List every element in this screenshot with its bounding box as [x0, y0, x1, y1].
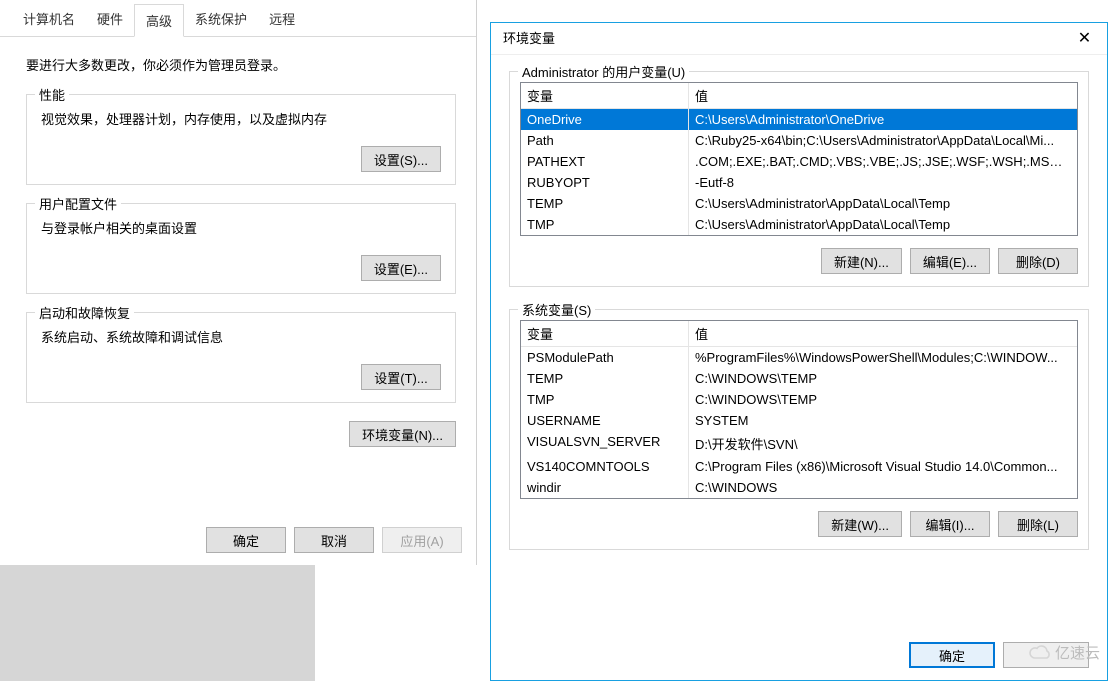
var-name: VS140COMNTOOLS [521, 456, 689, 477]
var-name: Path [521, 130, 689, 151]
performance-legend: 性能 [35, 85, 69, 104]
table-row[interactable]: PATHEXT.COM;.EXE;.BAT;.CMD;.VBS;.VBE;.JS… [521, 151, 1077, 172]
sys-new-button[interactable]: 新建(W)... [818, 511, 902, 537]
table-row[interactable]: TMPC:\Users\Administrator\AppData\Local\… [521, 214, 1077, 235]
var-name: TEMP [521, 368, 689, 389]
ok-button[interactable]: 确定 [206, 527, 286, 553]
user-vars-table[interactable]: 变量 值 OneDriveC:\Users\Administrator\OneD… [520, 82, 1078, 236]
var-value: C:\WINDOWS\TEMP [689, 389, 1077, 410]
table-row[interactable]: PSModulePath%ProgramFiles%\WindowsPowerS… [521, 347, 1077, 368]
env-variables-button[interactable]: 环境变量(N)... [349, 421, 456, 447]
user-vars-group: Administrator 的用户变量(U) 变量 值 OneDriveC:\U… [509, 71, 1089, 287]
startup-group: 启动和故障恢复 系统启动、系统故障和调试信息 设置(T)... [26, 312, 456, 403]
var-value: -Eutf-8 [689, 172, 1077, 193]
env-titlebar: 环境变量 ✕ [491, 23, 1107, 55]
advanced-tab-content: 要进行大多数更改，你必须作为管理员登录。 性能 视觉效果，处理器计划，内存使用，… [0, 37, 476, 457]
userprofile-settings-button[interactable]: 设置(E)... [361, 255, 441, 281]
userprofile-legend: 用户配置文件 [35, 194, 121, 213]
var-name: VISUALSVN_SERVER [521, 431, 689, 456]
tab-computername[interactable]: 计算机名 [12, 3, 86, 36]
var-value: C:\Program Files (x86)\Microsoft Visual … [689, 456, 1077, 477]
table-row[interactable]: VS140COMNTOOLSC:\Program Files (x86)\Mic… [521, 456, 1077, 477]
sys-delete-button[interactable]: 删除(L) [998, 511, 1078, 537]
admin-notice: 要进行大多数更改，你必须作为管理员登录。 [26, 55, 456, 74]
col-value[interactable]: 值 [689, 321, 1077, 346]
var-value: C:\Users\Administrator\AppData\Local\Tem… [689, 214, 1077, 235]
apply-button: 应用(A) [382, 527, 462, 553]
var-name: OneDrive [521, 109, 689, 130]
dialog-buttons: 确定 取消 应用(A) [206, 527, 462, 553]
table-row[interactable]: USERNAMESYSTEM [521, 410, 1077, 431]
performance-group: 性能 视觉效果，处理器计划，内存使用，以及虚拟内存 设置(S)... [26, 94, 456, 185]
sys-vars-table[interactable]: 变量 值 PSModulePath%ProgramFiles%\WindowsP… [520, 320, 1078, 499]
var-name: TMP [521, 389, 689, 410]
system-properties-dialog: 计算机名 硬件 高级 系统保护 远程 要进行大多数更改，你必须作为管理员登录。 … [0, 0, 477, 565]
userprofile-group: 用户配置文件 与登录帐户相关的桌面设置 设置(E)... [26, 203, 456, 294]
col-variable[interactable]: 变量 [521, 83, 689, 108]
col-value[interactable]: 值 [689, 83, 1077, 108]
user-vars-header: 变量 值 [521, 83, 1077, 109]
var-value: C:\WINDOWS [689, 477, 1077, 498]
var-value: D:\开发软件\SVN\ [689, 431, 1077, 456]
performance-settings-button[interactable]: 设置(S)... [361, 146, 441, 172]
userprofile-desc: 与登录帐户相关的桌面设置 [41, 218, 441, 237]
background-slab [0, 565, 315, 681]
tab-hardware[interactable]: 硬件 [86, 3, 134, 36]
var-value: C:\Users\Administrator\AppData\Local\Tem… [689, 193, 1077, 214]
user-edit-button[interactable]: 编辑(E)... [910, 248, 990, 274]
tab-advanced[interactable]: 高级 [134, 4, 184, 37]
sys-edit-button[interactable]: 编辑(I)... [910, 511, 990, 537]
var-value: C:\Users\Administrator\OneDrive [689, 109, 1077, 130]
var-name: TEMP [521, 193, 689, 214]
user-delete-button[interactable]: 删除(D) [998, 248, 1078, 274]
env-title-text: 环境变量 [503, 23, 555, 55]
table-row[interactable]: PathC:\Ruby25-x64\bin;C:\Users\Administr… [521, 130, 1077, 151]
table-row[interactable]: RUBYOPT-Eutf-8 [521, 172, 1077, 193]
var-value: C:\Ruby25-x64\bin;C:\Users\Administrator… [689, 130, 1077, 151]
sys-vars-group: 系统变量(S) 变量 值 PSModulePath%ProgramFiles%\… [509, 309, 1089, 550]
col-variable[interactable]: 变量 [521, 321, 689, 346]
table-row[interactable]: TEMPC:\WINDOWS\TEMP [521, 368, 1077, 389]
startup-desc: 系统启动、系统故障和调试信息 [41, 327, 441, 346]
var-name: PSModulePath [521, 347, 689, 368]
table-row[interactable]: TMPC:\WINDOWS\TEMP [521, 389, 1077, 410]
var-name: windir [521, 477, 689, 498]
var-name: PATHEXT [521, 151, 689, 172]
var-value: .COM;.EXE;.BAT;.CMD;.VBS;.VBE;.JS;.JSE;.… [689, 151, 1077, 172]
var-value: %ProgramFiles%\WindowsPowerShell\Modules… [689, 347, 1077, 368]
var-value: SYSTEM [689, 410, 1077, 431]
startup-settings-button[interactable]: 设置(T)... [361, 364, 441, 390]
tab-systemprotection[interactable]: 系统保护 [184, 3, 258, 36]
env-variables-dialog: 环境变量 ✕ Administrator 的用户变量(U) 变量 值 OneDr… [490, 22, 1108, 681]
close-icon[interactable]: ✕ [1062, 23, 1107, 55]
var-name: USERNAME [521, 410, 689, 431]
var-name: RUBYOPT [521, 172, 689, 193]
table-row[interactable]: OneDriveC:\Users\Administrator\OneDrive [521, 109, 1077, 130]
sys-vars-header: 变量 值 [521, 321, 1077, 347]
table-row[interactable]: TEMPC:\Users\Administrator\AppData\Local… [521, 193, 1077, 214]
env-ok-button[interactable]: 确定 [909, 642, 995, 668]
sys-vars-legend: 系统变量(S) [518, 300, 595, 319]
tab-strip: 计算机名 硬件 高级 系统保护 远程 [0, 0, 476, 37]
table-row[interactable]: VISUALSVN_SERVERD:\开发软件\SVN\ [521, 431, 1077, 456]
var-value: C:\WINDOWS\TEMP [689, 368, 1077, 389]
performance-desc: 视觉效果，处理器计划，内存使用，以及虚拟内存 [41, 109, 441, 128]
var-name: TMP [521, 214, 689, 235]
user-new-button[interactable]: 新建(N)... [821, 248, 902, 274]
startup-legend: 启动和故障恢复 [35, 303, 134, 322]
table-row[interactable]: windirC:\WINDOWS [521, 477, 1077, 498]
tab-remote[interactable]: 远程 [258, 3, 306, 36]
env-cancel-button[interactable] [1003, 642, 1089, 668]
cancel-button[interactable]: 取消 [294, 527, 374, 553]
user-vars-legend: Administrator 的用户变量(U) [518, 62, 689, 81]
